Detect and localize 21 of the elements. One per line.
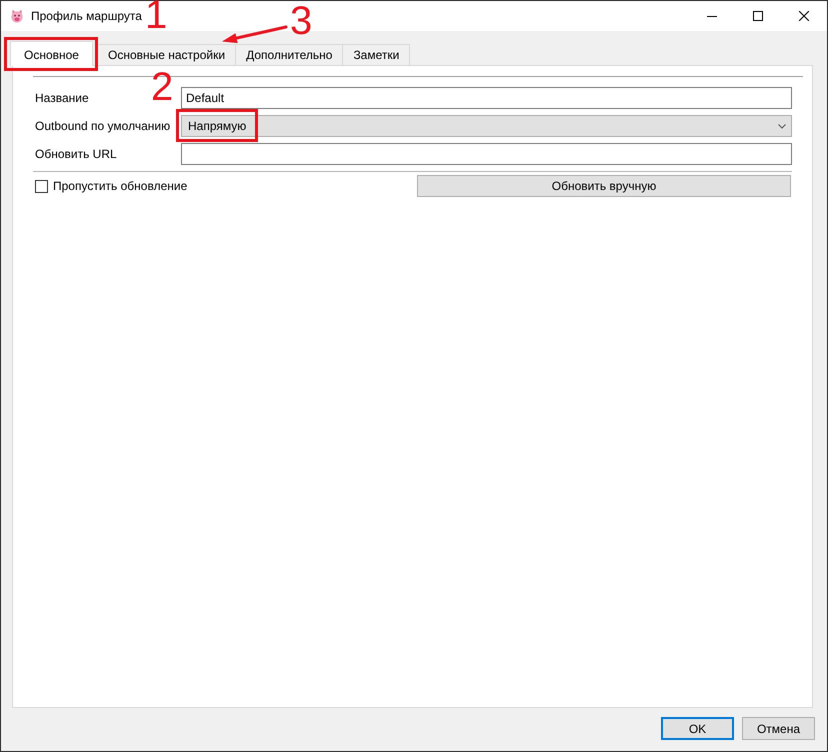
tab[interactable]: Заметки [342, 44, 410, 65]
close-icon [799, 11, 809, 21]
ok-button[interactable]: OK [661, 717, 734, 740]
field-label: Обновить URL [34, 147, 117, 161]
callout-number: 1 [145, 1, 168, 30]
window-title: Профиль маршрута [31, 9, 142, 23]
update-button[interactable]: Обновить вручную [417, 175, 791, 197]
tab[interactable]: Основное [10, 41, 93, 66]
field-label: Outbound по умолчанию [34, 119, 170, 133]
text-field[interactable]: Default [181, 87, 792, 109]
cancel-button[interactable]: Отмена [742, 717, 815, 740]
chevron-down-icon [778, 124, 786, 128]
field-label: Название [34, 91, 89, 105]
callout-number: 3 [290, 7, 312, 36]
checkbox-label[interactable]: Пропустить обновление [53, 179, 188, 193]
checkbox[interactable] [35, 180, 48, 192]
maximize-icon [753, 11, 763, 21]
dropdown[interactable]: Напрямую [181, 115, 792, 137]
pig-icon [10, 9, 24, 23]
text-field[interactable] [181, 143, 792, 165]
callout-number: 2 [151, 73, 174, 102]
